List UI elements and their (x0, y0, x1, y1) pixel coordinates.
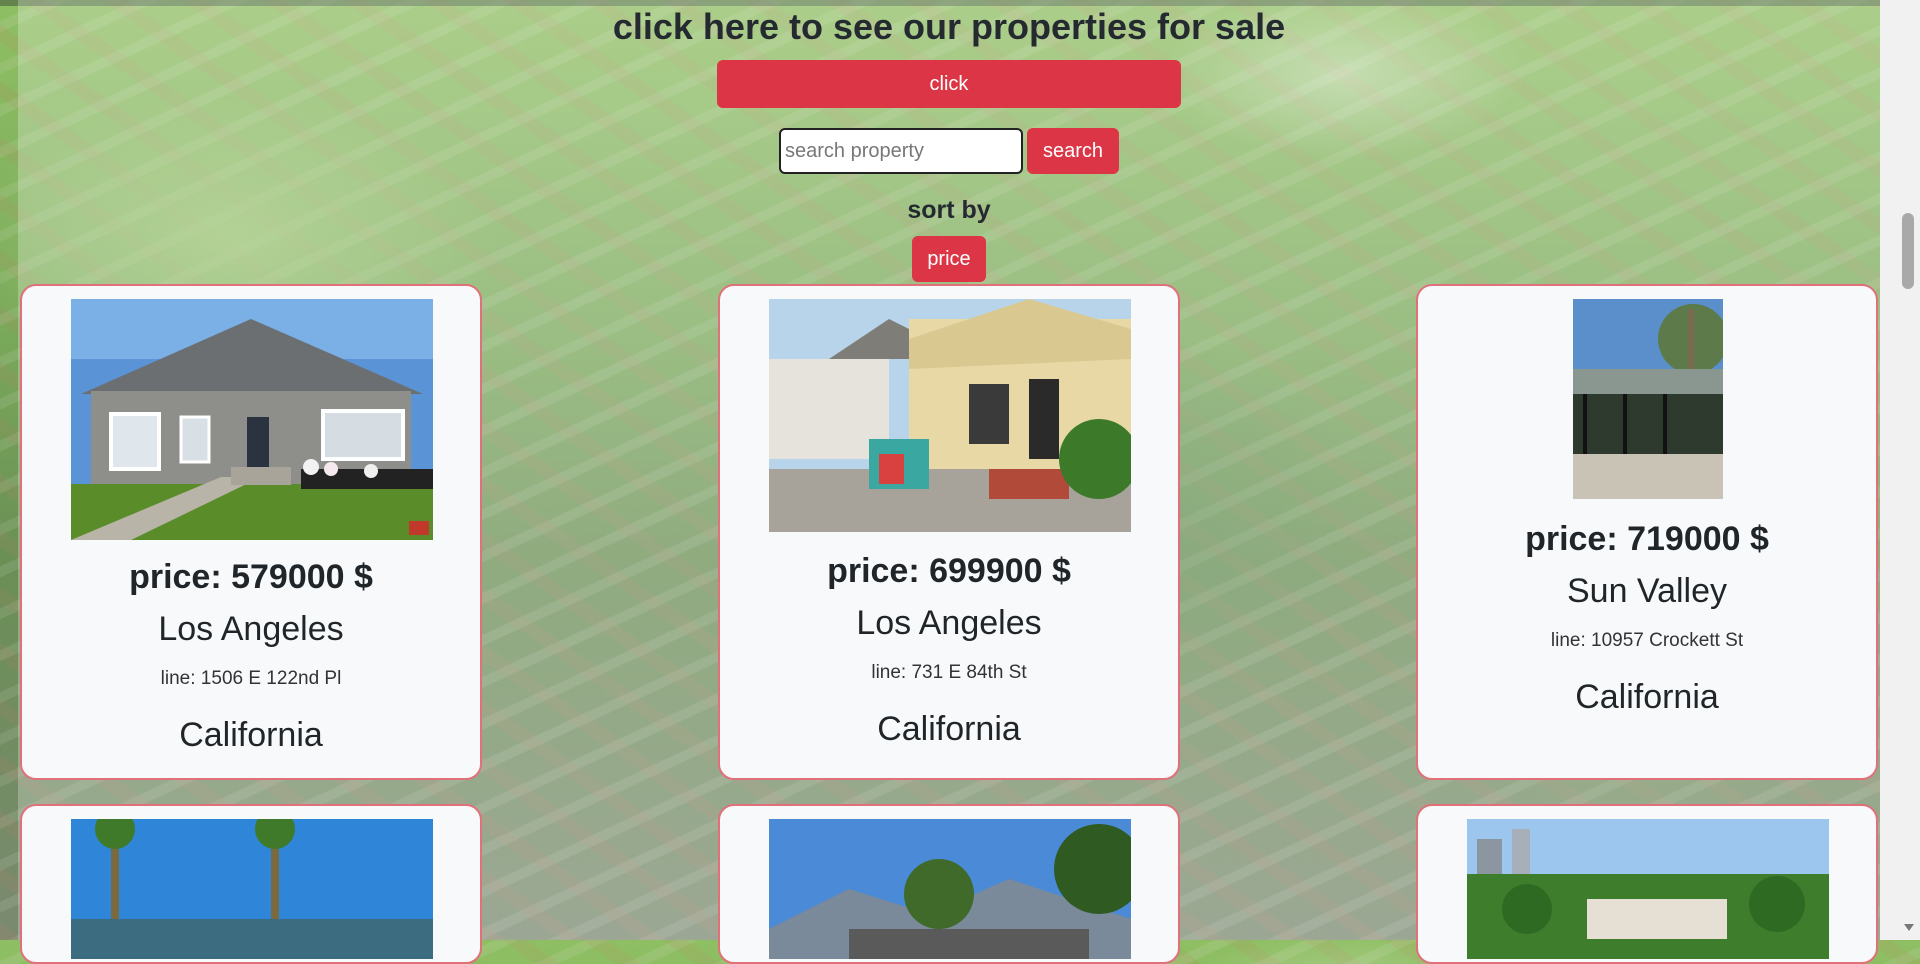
property-card[interactable] (1416, 804, 1878, 964)
property-city: Los Angeles (158, 610, 344, 648)
page-headline: click here to see our properties for sal… (612, 6, 1286, 47)
search-button[interactable]: search (1027, 128, 1119, 174)
scroll-down-arrow-icon[interactable] (1904, 924, 1914, 931)
property-photo (1467, 819, 1829, 959)
property-price: price: 699900 $ (827, 552, 1071, 590)
property-price: price: 719000 $ (1525, 520, 1769, 558)
property-address: line: 731 E 84th St (871, 662, 1027, 683)
property-address: line: 1506 E 122nd Pl (160, 668, 342, 689)
property-card[interactable]: price: 719000 $ Sun Valley line: 10957 C… (1416, 284, 1878, 780)
property-card[interactable] (718, 804, 1180, 964)
scrollbar-thumb[interactable] (1902, 213, 1914, 289)
property-photo (71, 819, 433, 959)
property-state: California (179, 716, 323, 754)
property-address: line: 10957 Crockett St (1550, 630, 1744, 651)
property-city: Los Angeles (856, 604, 1042, 642)
property-photo (769, 819, 1131, 959)
page-scrollbar[interactable] (1880, 0, 1920, 940)
property-city: Sun Valley (1566, 572, 1728, 610)
see-properties-button[interactable]: click (717, 60, 1181, 108)
property-photo (1573, 299, 1723, 499)
property-state: California (877, 710, 1021, 748)
sort-by-label: sort by (907, 196, 991, 224)
search-input[interactable] (779, 128, 1023, 174)
property-state: California (1575, 678, 1719, 716)
property-card[interactable]: price: 699900 $ Los Angeles line: 731 E … (718, 284, 1180, 780)
property-card[interactable] (20, 804, 482, 964)
property-photo (769, 299, 1131, 532)
property-photo (71, 299, 433, 540)
property-card[interactable]: price: 579000 $ Los Angeles line: 1506 E… (20, 284, 482, 780)
property-price: price: 579000 $ (129, 558, 373, 596)
sort-price-button[interactable]: price (912, 236, 986, 282)
